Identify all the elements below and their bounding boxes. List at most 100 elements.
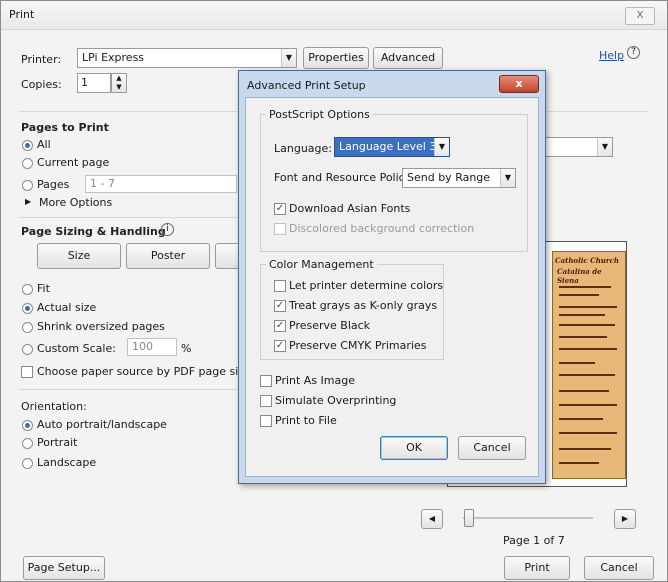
divider — [19, 217, 239, 218]
close-button[interactable]: X — [625, 7, 655, 25]
advanced-cancel-button[interactable]: Cancel — [458, 436, 526, 460]
help-icon[interactable]: ? — [627, 46, 640, 59]
preview-text-line — [559, 306, 617, 308]
copies-value: 1 — [81, 76, 88, 89]
window-title: Print — [9, 8, 35, 21]
simulate-overprint-label: Simulate Overprinting — [275, 394, 397, 407]
color-management-heading: Color Management — [266, 258, 377, 271]
copies-input[interactable]: 1 — [77, 73, 111, 93]
chevron-down-icon: ▼ — [434, 138, 449, 156]
preview-text-line — [559, 314, 605, 316]
page-slider-thumb[interactable] — [464, 509, 474, 527]
preview-text-line — [559, 448, 611, 450]
radio-all-label: All — [37, 138, 51, 151]
let-printer-label: Let printer determine colors — [289, 279, 444, 292]
radio-custom-scale-label: Custom Scale: — [37, 342, 116, 355]
preview-text-line — [559, 286, 611, 288]
font-policy-select[interactable]: Send by Range ▼ — [402, 168, 516, 188]
chevron-down-icon: ▼ — [500, 169, 515, 187]
preview-text-line — [559, 348, 617, 350]
cancel-button[interactable]: Cancel — [584, 556, 654, 580]
language-select[interactable]: Language Level 3 ▼ — [334, 137, 450, 157]
preview-title-1: Catholic Church — [555, 256, 619, 265]
paper-source-label: Choose paper source by PDF page size — [37, 365, 251, 378]
help-link[interactable]: Help — [599, 49, 624, 62]
properties-button[interactable]: Properties — [303, 47, 369, 69]
print-as-image-label: Print As Image — [275, 374, 356, 387]
radio-actual-size[interactable] — [22, 303, 33, 314]
let-printer-checkbox[interactable] — [274, 280, 286, 292]
preserve-cmyk-checkbox[interactable]: ✓ — [274, 340, 286, 352]
radio-portrait-label: Portrait — [37, 436, 78, 449]
discolored-checkbox[interactable] — [274, 223, 286, 235]
preview-text-line — [559, 336, 607, 338]
pages-to-print-heading: Pages to Print — [21, 121, 109, 134]
pages-range-value: 1 - 7 — [90, 177, 115, 190]
treat-grays-label: Treat grays as K-only grays — [289, 299, 438, 312]
expand-triangle-icon[interactable]: ▶ — [25, 197, 31, 206]
radio-fit[interactable] — [22, 284, 33, 295]
poster-tab[interactable]: Poster — [126, 243, 210, 269]
preview-text-line — [559, 432, 617, 434]
preview-text-line — [559, 362, 595, 364]
font-policy-value: Send by Range — [407, 171, 491, 184]
print-as-image-checkbox[interactable] — [260, 375, 272, 387]
radio-portrait[interactable] — [22, 438, 33, 449]
more-options-label[interactable]: More Options — [39, 196, 112, 209]
radio-shrink[interactable] — [22, 322, 33, 333]
pages-range-input[interactable]: 1 - 7 — [85, 175, 237, 193]
print-to-file-label: Print to File — [275, 414, 337, 427]
language-label: Language: — [274, 142, 332, 155]
printer-select[interactable]: LPi Express ▼ — [77, 48, 297, 68]
printer-label: Printer: — [21, 53, 62, 66]
radio-actual-size-label: Actual size — [37, 301, 97, 314]
postscript-heading: PostScript Options — [266, 108, 373, 121]
percent-label: % — [181, 342, 192, 355]
next-page-button[interactable]: ▶ — [614, 509, 636, 529]
advanced-dialog-title: Advanced Print Setup — [247, 79, 366, 92]
custom-scale-input[interactable]: 100 — [127, 338, 177, 356]
radio-landscape[interactable] — [22, 458, 33, 469]
radio-shrink-label: Shrink oversized pages — [37, 320, 165, 333]
comments-select[interactable]: ▼ — [541, 137, 613, 157]
advanced-button[interactable]: Advanced — [373, 47, 443, 69]
page-slider-track[interactable] — [463, 517, 593, 519]
simulate-overprint-checkbox[interactable] — [260, 395, 272, 407]
radio-pages[interactable] — [22, 180, 33, 191]
download-fonts-label: Download Asian Fonts — [289, 202, 411, 215]
preserve-black-checkbox[interactable]: ✓ — [274, 320, 286, 332]
preview-text-line — [559, 390, 609, 392]
radio-auto-orientation-label: Auto portrait/landscape — [37, 418, 167, 431]
advanced-close-button[interactable]: x — [499, 75, 539, 93]
copies-stepper[interactable]: ▲ ▼ — [111, 73, 127, 93]
orientation-heading: Orientation: — [21, 400, 87, 413]
radio-current-page-label: Current page — [37, 156, 110, 169]
prev-page-button[interactable]: ◀ — [421, 509, 443, 529]
preview-text-line — [559, 374, 615, 376]
radio-auto-orientation[interactable] — [22, 420, 33, 431]
ok-button[interactable]: OK — [380, 436, 448, 460]
preview-text-line — [559, 404, 617, 406]
radio-landscape-label: Landscape — [37, 456, 97, 469]
size-tab[interactable]: Size — [37, 243, 121, 269]
advanced-dialog-body: PostScript Options Language: Language Le… — [245, 97, 539, 477]
radio-current-page[interactable] — [22, 158, 33, 169]
preview-text-line — [559, 294, 599, 296]
radio-custom-scale[interactable] — [22, 344, 33, 355]
preview-text-line — [559, 462, 599, 464]
download-fonts-checkbox[interactable]: ✓ — [274, 203, 286, 215]
preserve-cmyk-label: Preserve CMYK Primaries — [289, 339, 427, 352]
info-icon[interactable]: i — [161, 223, 174, 236]
radio-all[interactable] — [22, 140, 33, 151]
divider — [19, 389, 239, 390]
page-setup-button[interactable]: Page Setup... — [23, 556, 105, 580]
treat-grays-checkbox[interactable]: ✓ — [274, 300, 286, 312]
preview-page: Catholic Church Catalina de Siena — [552, 251, 626, 479]
chevron-down-icon: ▼ — [281, 49, 296, 67]
paper-source-checkbox[interactable] — [21, 366, 33, 378]
preview-text-line — [559, 324, 615, 326]
print-button[interactable]: Print — [504, 556, 570, 580]
page-count-label: Page 1 of 7 — [503, 534, 565, 547]
print-to-file-checkbox[interactable] — [260, 415, 272, 427]
printer-value: LPi Express — [82, 51, 145, 64]
